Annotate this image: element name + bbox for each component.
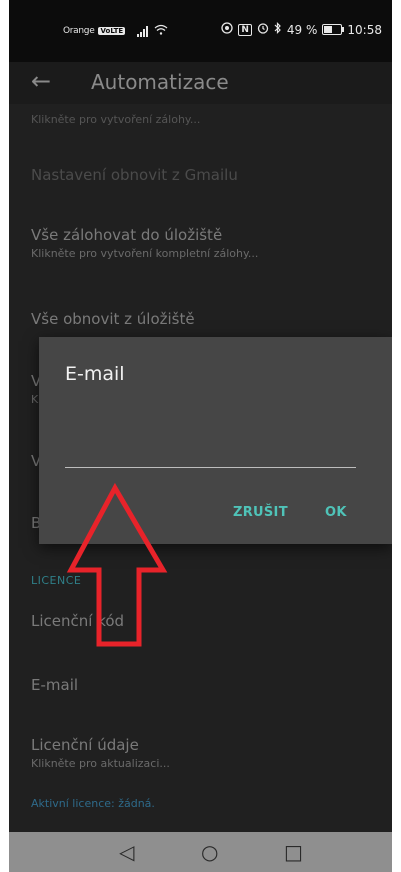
battery-percent: 49 % <box>286 22 318 37</box>
navigation-bar: ◁ ○ □ <box>9 832 392 872</box>
cancel-button[interactable]: ZRUŠIT <box>233 505 288 520</box>
volte-badge: VoLTE <box>98 27 126 35</box>
nfc-icon: N <box>238 23 252 36</box>
restore-gmail-title: Nastavení obnovit z Gmailu <box>31 166 238 184</box>
wifi-icon <box>154 24 168 38</box>
nav-home-icon[interactable]: ○ <box>201 840 218 864</box>
license-details-summary: Klikněte pro aktualizaci... <box>31 757 170 770</box>
license-details-title: Licenční údaje <box>31 736 139 754</box>
partial-item-summary: Klikněte pro vytvoření zálohy... <box>31 113 201 126</box>
app-bar: ← Automatizace <box>9 62 392 104</box>
eye-comfort-icon <box>221 22 234 37</box>
nav-recent-apps-icon[interactable]: □ <box>284 840 303 864</box>
restore-all-item[interactable]: Vše obnovit z úložiště <box>31 310 195 328</box>
restore-all-title: Vše obnovit z úložiště <box>31 310 195 328</box>
dialog-title: E-mail <box>65 363 125 385</box>
carrier-name: Orange <box>63 26 95 36</box>
annotation-arrow-icon <box>66 482 168 647</box>
backup-all-summary: Klikněte pro vytvoření kompletní zálohy.… <box>31 247 259 260</box>
backup-all-title: Vše zálohovat do úložiště <box>31 226 223 244</box>
bluetooth-icon <box>274 22 282 37</box>
ok-button[interactable]: OK <box>325 505 347 520</box>
alarm-icon <box>257 22 269 37</box>
restore-gmail-item: Nastavení obnovit z Gmailu <box>31 166 238 184</box>
license-details-item[interactable]: Licenční údaje Klikněte pro aktualizaci.… <box>31 736 170 770</box>
page-title: Automatizace <box>91 70 229 94</box>
battery-fill <box>324 26 333 33</box>
email-input[interactable] <box>65 437 356 468</box>
status-left: Orange VoLTE <box>63 24 168 38</box>
email-title: E-mail <box>31 676 79 694</box>
clock: 10:58 <box>347 22 382 37</box>
partial-item: Klikněte pro vytvoření zálohy... <box>31 110 200 126</box>
status-bar: Orange VoLTE N 49 % 10:58 <box>9 0 392 62</box>
email-item[interactable]: E-mail <box>31 676 78 694</box>
phone-screen: Orange VoLTE N 49 % 10:58 ← Automatizace… <box>9 0 392 872</box>
battery-icon <box>322 24 345 35</box>
status-right: N 49 % 10:58 <box>221 22 382 37</box>
back-arrow-icon[interactable]: ← <box>31 67 51 95</box>
nav-back-icon[interactable]: ◁ <box>119 840 134 864</box>
backup-all-item[interactable]: Vše zálohovat do úložiště Klikněte pro v… <box>31 226 258 260</box>
active-license-status: Aktivní licence: žádná. <box>31 797 155 810</box>
signal-icon <box>137 25 149 37</box>
